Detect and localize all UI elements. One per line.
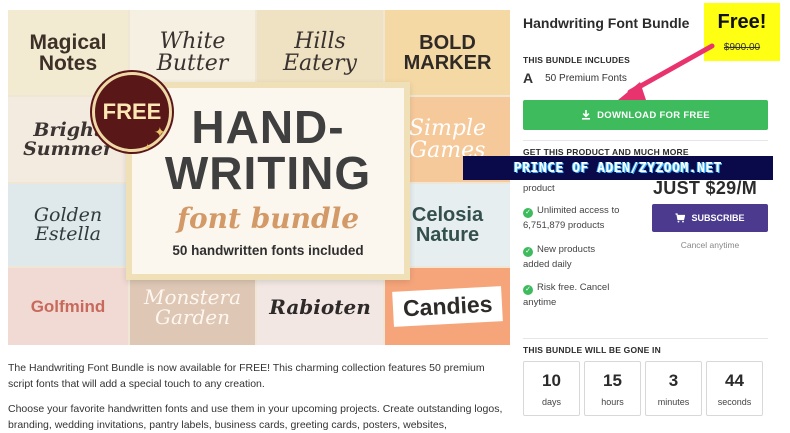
free-price-highlight: Free! $900.00: [704, 3, 780, 61]
countdown-minutes: 3 minutes: [645, 361, 702, 416]
feature-text: Risk free. Cancel: [537, 282, 610, 293]
font-tile-title: Magical Notes: [29, 30, 107, 75]
sparkle-icon: ✦: [154, 124, 166, 140]
headline-line2: WRITING: [164, 147, 372, 199]
font-tile-title: Golfmind: [30, 297, 106, 316]
countdown-value: 10: [542, 370, 561, 390]
font-tile-title: Hills Eatery: [283, 28, 357, 76]
font-tile-title: White Butter: [156, 28, 229, 76]
download-icon: [582, 110, 591, 120]
feature-text: Unlimited access to: [537, 205, 620, 216]
check-icon: ✓: [523, 208, 533, 219]
font-letter-icon: A: [523, 70, 534, 86]
includes-row: A 50 Premium Fonts: [523, 70, 627, 86]
watermark-ticker: PRINCE OF ADEN/ZYZOOM.NET: [463, 156, 773, 180]
description-paragraph: The Handwriting Font Bundle is now avail…: [8, 362, 485, 391]
includes-text: 50 Premium Fonts: [545, 72, 627, 84]
countdown-unit: days: [541, 396, 561, 407]
font-tile-title: Golden Estella: [33, 204, 103, 245]
feature-text: New products: [537, 244, 596, 255]
free-label: Free!: [717, 11, 767, 33]
includes-heading: THIS BUNDLE INCLUDES: [523, 55, 630, 65]
feature-item: ✓ New products added daily: [523, 243, 595, 272]
cart-icon: [675, 213, 686, 223]
feature-text: anytime: [523, 296, 557, 308]
font-tile-golfmind: Golfmind: [8, 268, 128, 345]
bundle-banner-image: Magical Notes White Butter Hills Eatery …: [8, 10, 510, 345]
font-tile-title: Rabioten: [269, 294, 371, 319]
headline-line1: HAND-: [191, 101, 345, 153]
check-icon: ✓: [523, 285, 533, 296]
bundle-title: Handwriting Font Bundle: [523, 15, 690, 31]
bundle-description: The Handwriting Font Bundle is now avail…: [8, 360, 508, 433]
subscription-price: JUST $29/M: [653, 178, 758, 198]
feature-item: ✓ Unlimited access to 6,751,879 products: [523, 204, 619, 233]
subscribe-button-label: SUBSCRIBE: [691, 213, 745, 223]
countdown-value: 3: [668, 370, 679, 390]
section-divider: [523, 338, 768, 339]
section-divider: [523, 140, 768, 141]
font-tile-title: Candies: [391, 286, 504, 327]
download-for-free-button[interactable]: DOWNLOAD FOR FREE: [523, 100, 768, 130]
countdown-value: 44: [725, 370, 744, 390]
feature-text: 6,751,879 products: [523, 219, 605, 231]
free-badge-label: FREE: [102, 99, 162, 124]
check-icon: ✓: [523, 247, 533, 258]
watermark-text: PRINCE OF ADEN/ZYZOOM.NET: [513, 160, 723, 176]
countdown-hours: 15 hours: [584, 361, 641, 416]
headline-subtitle: 50 handwritten fonts included: [172, 243, 364, 258]
description-paragraph: Choose your favorite handwritten fonts a…: [8, 402, 503, 431]
headline-script: font bundle: [176, 202, 360, 235]
countdown-unit: minutes: [657, 396, 690, 407]
countdown-value: 15: [603, 370, 622, 390]
feature-item: product: [523, 182, 555, 197]
font-tile-title: BOLD MARKER: [403, 31, 492, 74]
countdown-unit: seconds: [717, 396, 752, 407]
feature-text: added daily: [523, 258, 572, 270]
font-tile-title: Monstera Garden: [143, 284, 242, 329]
gone-in-heading: THIS BUNDLE WILL BE GONE IN: [523, 345, 661, 355]
countdown-timer: 10 days 15 hours 3 minutes 44 seconds: [523, 361, 763, 416]
sparkle-icon: ✦: [144, 142, 152, 152]
old-price: $900.00: [723, 42, 761, 53]
feature-item: ✓ Risk free. Cancel anytime: [523, 281, 609, 310]
font-tile-golden-estella: Golden Estella: [8, 184, 128, 266]
download-button-label: DOWNLOAD FOR FREE: [597, 109, 710, 121]
countdown-seconds: 44 seconds: [706, 361, 763, 416]
countdown-unit: hours: [601, 396, 624, 407]
feature-text: product: [523, 183, 555, 194]
countdown-days: 10 days: [523, 361, 580, 416]
cancel-anytime-note: Cancel anytime: [680, 240, 740, 250]
subscribe-button[interactable]: SUBSCRIBE: [652, 204, 768, 232]
